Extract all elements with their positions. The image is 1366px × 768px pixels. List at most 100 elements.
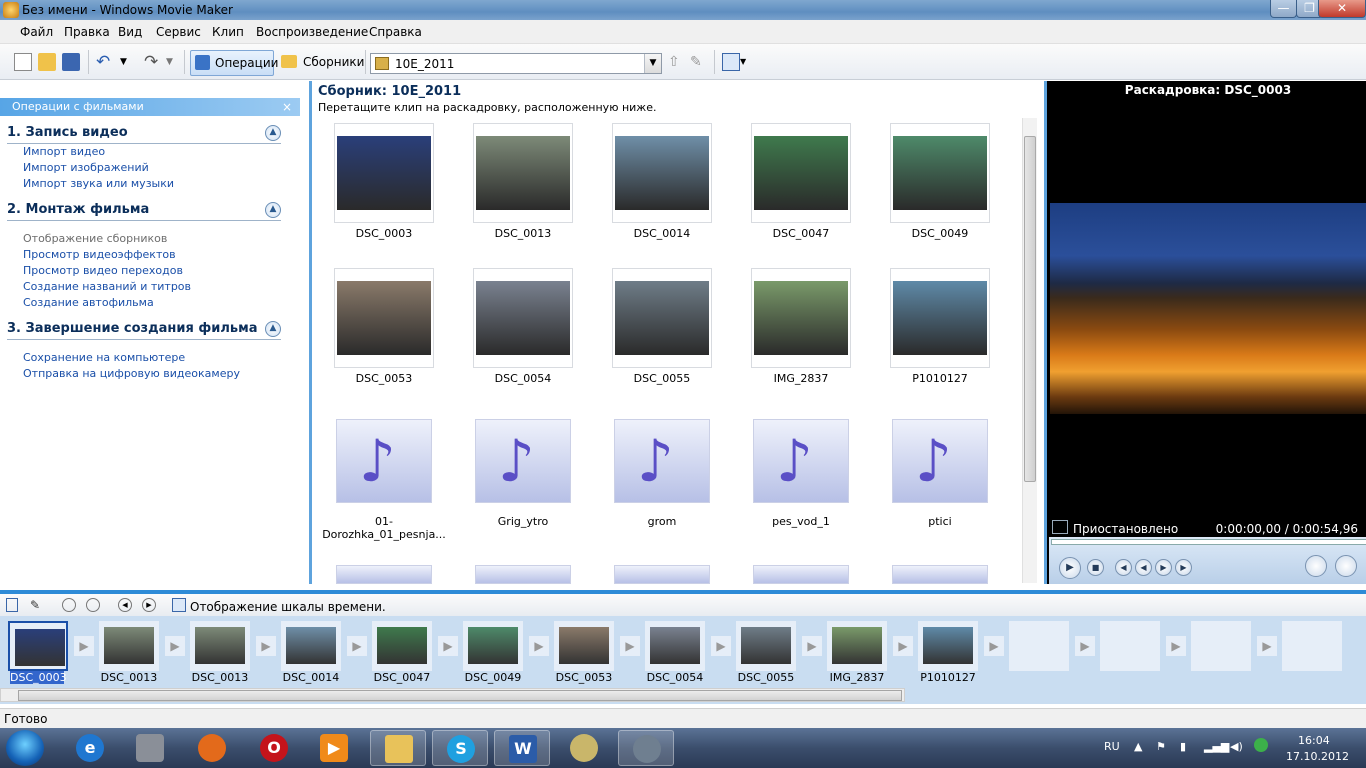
show-timeline-link[interactable]: Отображение шкалы времени. bbox=[190, 600, 386, 614]
transition-slot[interactable]: ▶ bbox=[893, 636, 913, 656]
collection-scrollbar[interactable] bbox=[1022, 118, 1037, 583]
open-project-icon[interactable] bbox=[38, 53, 56, 71]
clip-thumbnail[interactable] bbox=[612, 268, 712, 368]
collapse-section-icon[interactable]: ▲ bbox=[265, 202, 281, 218]
transition-slot[interactable]: ▶ bbox=[347, 636, 367, 656]
taskbar-ie[interactable]: e bbox=[62, 730, 118, 766]
scrollbar-thumb[interactable] bbox=[18, 690, 902, 701]
transition-slot[interactable]: ▶ bbox=[165, 636, 185, 656]
audio-clip[interactable] bbox=[336, 565, 432, 584]
link-import-images[interactable]: Импорт изображений bbox=[23, 161, 149, 174]
language-indicator[interactable]: RU bbox=[1104, 740, 1120, 753]
forward-icon[interactable]: ▶ bbox=[1155, 559, 1172, 576]
audio-clip[interactable] bbox=[892, 565, 988, 584]
close-icon[interactable]: × bbox=[282, 98, 292, 116]
clock-time[interactable]: 16:04 bbox=[1298, 734, 1330, 747]
chevron-down-icon[interactable]: ▼ bbox=[644, 54, 661, 73]
menu-playback[interactable]: Воспроизведение bbox=[256, 25, 368, 39]
storyboard-clip[interactable] bbox=[99, 621, 159, 671]
fullscreen-icon[interactable] bbox=[1052, 520, 1068, 534]
split-clip-icon[interactable] bbox=[1305, 555, 1327, 577]
storyboard-clip[interactable] bbox=[827, 621, 887, 671]
transition-slot[interactable]: ▶ bbox=[711, 636, 731, 656]
storyboard-clip[interactable] bbox=[736, 621, 796, 671]
storyboard-empty-slot[interactable] bbox=[1009, 621, 1069, 671]
link-make-titles[interactable]: Создание названий и титров bbox=[23, 280, 191, 293]
transition-slot[interactable]: ▶ bbox=[256, 636, 276, 656]
taskbar-paint[interactable] bbox=[556, 730, 612, 766]
transition-slot[interactable]: ▶ bbox=[802, 636, 822, 656]
link-show-collections[interactable]: Отображение сборников bbox=[23, 232, 167, 245]
menu-view[interactable]: Вид bbox=[118, 25, 142, 39]
link-save-to-computer[interactable]: Сохранение на компьютере bbox=[23, 351, 185, 364]
scrollbar-thumb[interactable] bbox=[1024, 136, 1036, 482]
audio-clip[interactable]: ♪ bbox=[892, 419, 988, 503]
audio-clip[interactable] bbox=[475, 565, 571, 584]
volume-icon[interactable]: ◀) bbox=[1230, 740, 1243, 753]
previous-icon[interactable]: ◀ bbox=[1115, 559, 1132, 576]
rewind-icon[interactable]: ◀ bbox=[1135, 559, 1152, 576]
taskbar-opera[interactable]: O bbox=[246, 730, 302, 766]
collapse-section-icon[interactable]: ▲ bbox=[265, 321, 281, 337]
usb-icon[interactable]: ▮ bbox=[1180, 740, 1186, 753]
storyboard-clip[interactable] bbox=[8, 621, 68, 671]
redo-icon[interactable]: ↷ bbox=[144, 53, 162, 71]
clip-thumbnail[interactable] bbox=[473, 123, 573, 223]
collapse-section-icon[interactable]: ▲ bbox=[265, 125, 281, 141]
storyboard-clip[interactable] bbox=[281, 621, 341, 671]
play-storyboard-icon[interactable]: ▶ bbox=[142, 598, 156, 612]
new-project-icon[interactable] bbox=[14, 53, 32, 71]
close-button[interactable]: ✕ bbox=[1318, 0, 1366, 18]
audio-clip[interactable] bbox=[614, 565, 710, 584]
taskbar-explorer[interactable] bbox=[370, 730, 426, 766]
new-folder-icon[interactable]: ✎ bbox=[690, 53, 708, 71]
link-view-effects[interactable]: Просмотр видеоэффектов bbox=[23, 248, 176, 261]
taskbar-word[interactable]: W bbox=[494, 730, 550, 766]
save-project-icon[interactable] bbox=[62, 53, 80, 71]
menu-help[interactable]: Справка bbox=[369, 25, 422, 39]
collection-select[interactable]: 10E_2011 ▼ bbox=[370, 53, 662, 74]
tray-expand-icon[interactable]: ▲ bbox=[1134, 740, 1142, 753]
clip-thumbnail[interactable] bbox=[334, 123, 434, 223]
transition-slot[interactable]: ▶ bbox=[438, 636, 458, 656]
seek-bar[interactable] bbox=[1051, 539, 1366, 545]
flag-icon[interactable]: ⚑ bbox=[1156, 740, 1166, 753]
taskbar-media[interactable]: ▶ bbox=[306, 730, 362, 766]
storyboard-scrollbar[interactable] bbox=[0, 688, 905, 702]
collections-button[interactable]: Сборники bbox=[279, 50, 364, 76]
clock-date[interactable]: 17.10.2012 bbox=[1286, 750, 1349, 763]
clip-thumbnail[interactable] bbox=[751, 268, 851, 368]
storyboard-clip[interactable] bbox=[372, 621, 432, 671]
link-make-automovie[interactable]: Создание автофильма bbox=[23, 296, 154, 309]
minimize-button[interactable]: — bbox=[1270, 0, 1297, 18]
play-icon[interactable]: ▶ bbox=[1059, 557, 1081, 579]
menu-edit[interactable]: Правка bbox=[64, 25, 110, 39]
storyboard-empty-slot[interactable] bbox=[1282, 621, 1342, 671]
next-icon[interactable]: ▶ bbox=[1175, 559, 1192, 576]
link-send-to-camera[interactable]: Отправка на цифровую видеокамеру bbox=[23, 367, 240, 380]
redo-dropdown-icon[interactable]: ▼ bbox=[166, 53, 176, 71]
taskbar-movie-maker[interactable] bbox=[618, 730, 674, 766]
taskbar-skype[interactable]: S bbox=[432, 730, 488, 766]
snapshot-icon[interactable] bbox=[1335, 555, 1357, 577]
stop-icon[interactable]: ■ bbox=[1087, 559, 1104, 576]
clip-thumbnail[interactable] bbox=[473, 268, 573, 368]
view-mode-icon[interactable] bbox=[722, 53, 740, 71]
menu-tools[interactable]: Сервис bbox=[156, 25, 201, 39]
transition-slot[interactable]: ▶ bbox=[1075, 636, 1095, 656]
audio-clip[interactable]: ♪ bbox=[614, 419, 710, 503]
network-icon[interactable]: ▂▄▆ bbox=[1204, 740, 1229, 753]
transition-slot[interactable]: ▶ bbox=[1257, 636, 1277, 656]
transition-slot[interactable]: ▶ bbox=[529, 636, 549, 656]
audio-clip[interactable]: ♪ bbox=[475, 419, 571, 503]
menu-file[interactable]: Файл bbox=[20, 25, 53, 39]
link-view-transitions[interactable]: Просмотр видео переходов bbox=[23, 264, 183, 277]
undo-icon[interactable]: ↶ bbox=[96, 53, 114, 71]
link-import-audio[interactable]: Импорт звука или музыки bbox=[23, 177, 174, 190]
zoom-out-icon[interactable] bbox=[86, 598, 100, 612]
audio-clip[interactable]: ♪ bbox=[753, 419, 849, 503]
clip-thumbnail[interactable] bbox=[890, 123, 990, 223]
storyboard-empty-slot[interactable] bbox=[1100, 621, 1160, 671]
start-button[interactable] bbox=[6, 730, 44, 766]
menu-clip[interactable]: Клип bbox=[212, 25, 244, 39]
